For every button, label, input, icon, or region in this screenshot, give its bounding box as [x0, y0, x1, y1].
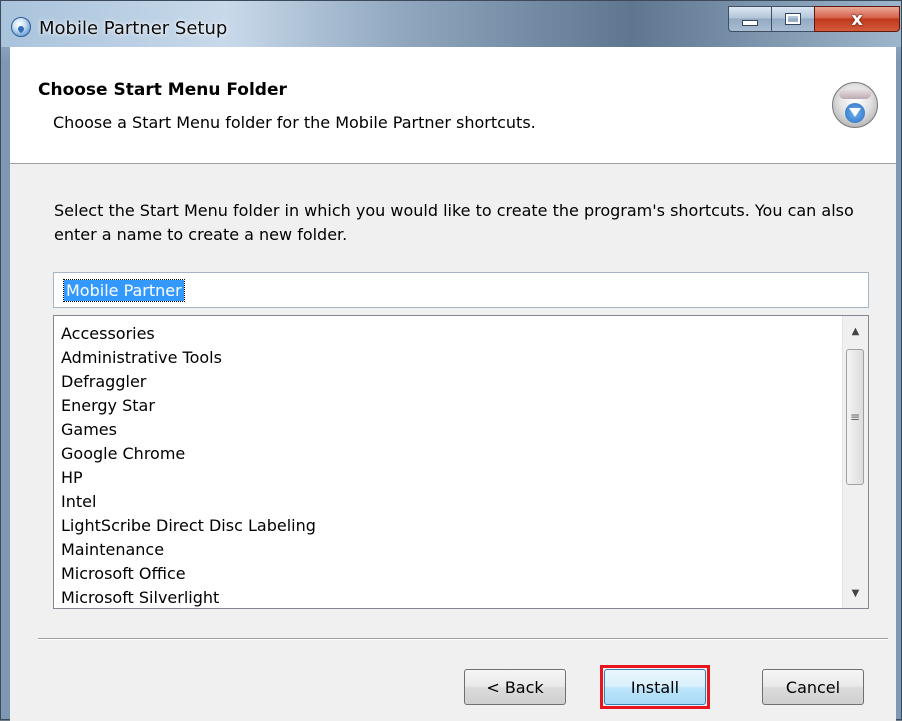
scrollbar-thumb[interactable]: ≡ — [846, 349, 864, 485]
folder-list-item[interactable]: Defraggler — [61, 370, 316, 394]
page-title: Choose Start Menu Folder — [38, 80, 287, 100]
cancel-button[interactable]: Cancel — [762, 669, 864, 705]
page-subtitle: Choose a Start Menu folder for the Mobil… — [53, 113, 536, 132]
dialog-client-area: Choose Start Menu Folder Choose a Start … — [10, 47, 896, 721]
instructions-text: Select the Start Menu folder in which yo… — [54, 201, 854, 244]
footer-divider — [38, 638, 888, 640]
folder-list-item[interactable]: Intel — [61, 490, 316, 514]
download-arrow-icon — [849, 108, 861, 117]
window-title: Mobile Partner Setup — [39, 18, 228, 39]
folder-list-item[interactable]: Energy Star — [61, 394, 316, 418]
app-icon — [11, 17, 31, 37]
install-button[interactable]: Install — [604, 669, 706, 705]
back-button[interactable]: < Back — [464, 669, 566, 705]
listbox-scrollbar[interactable]: ▲ ≡ ▼ — [842, 316, 868, 608]
title-bar[interactable]: Mobile Partner Setup x — [1, 1, 901, 47]
folder-list: Accessories Administrative Tools Defraggle… — [61, 322, 316, 608]
folder-list-item[interactable]: LightScribe Direct Disc Labeling — [61, 514, 316, 538]
maximize-icon — [785, 13, 801, 25]
installer-logo-icon — [832, 82, 878, 128]
setup-window: Mobile Partner Setup x Choose Start Menu… — [0, 0, 902, 721]
logo-cap — [839, 89, 871, 99]
folder-list-item[interactable]: Games — [61, 418, 316, 442]
maximize-button[interactable] — [771, 6, 815, 32]
page-header: Choose Start Menu Folder Choose a Start … — [10, 47, 896, 164]
close-icon: x — [851, 8, 863, 30]
folder-input-selected-text: Mobile Partner — [63, 279, 185, 302]
folder-list-item[interactable]: Maintenance — [61, 538, 316, 562]
close-button[interactable]: x — [814, 6, 900, 32]
folder-list-item[interactable]: Microsoft Office — [61, 562, 316, 586]
scroll-up-arrow-icon[interactable]: ▲ — [843, 320, 868, 342]
folder-listbox[interactable]: Accessories Administrative Tools Defraggle… — [53, 315, 869, 609]
folder-list-item[interactable]: Administrative Tools — [61, 346, 316, 370]
folder-list-item[interactable]: HP — [61, 466, 316, 490]
minimize-button[interactable] — [728, 6, 772, 32]
start-menu-folder-input[interactable]: Mobile Partner — [53, 272, 869, 308]
scroll-down-arrow-icon[interactable]: ▼ — [843, 582, 868, 604]
folder-list-item[interactable]: Google Chrome — [61, 442, 316, 466]
folder-list-item[interactable]: Microsoft Silverlight — [61, 586, 316, 608]
minimize-icon — [742, 20, 758, 26]
folder-list-item[interactable]: Accessories — [61, 322, 316, 346]
